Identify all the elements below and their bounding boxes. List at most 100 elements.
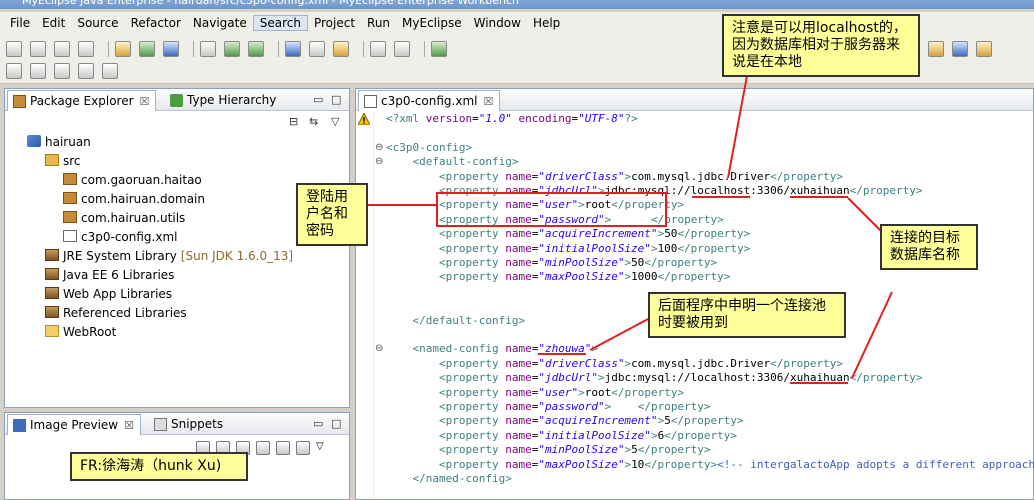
tree-item-com-hairuan-utils[interactable]: com.hairuan.utils	[63, 209, 185, 227]
tools-icon[interactable]	[976, 41, 992, 57]
code-line[interactable]: <?xml version="1.0" encoding="UTF-8"?>	[386, 112, 638, 126]
menu-myeclipse[interactable]: MyEclipse	[396, 16, 468, 30]
print-icon[interactable]	[78, 41, 94, 57]
deploy-icon[interactable]	[139, 41, 155, 57]
new-icon[interactable]	[6, 41, 22, 57]
code-token: <property	[438, 169, 506, 183]
tree-item-referenced-libraries[interactable]: Referenced Libraries	[45, 304, 187, 322]
fold-icon[interactable]: ⊖	[375, 142, 383, 153]
code-line[interactable]: <property name="minPoolSize">50</propert…	[386, 256, 717, 270]
editor-header: c3p0-config.xml ☒	[356, 89, 1033, 111]
code-token: </property>	[770, 169, 843, 183]
tab-c3p0-config[interactable]: c3p0-config.xml ☒	[358, 90, 501, 111]
localhost-note: 注意是可以用localhost的，因为数据库相对于服务器来说是在本地	[722, 14, 920, 77]
maximize-icon[interactable]: □	[331, 417, 341, 430]
tab-package-explorer[interactable]: Package Explorer ☒	[7, 90, 157, 111]
tree-item-c3p0-config-xml[interactable]: c3p0-config.xml	[63, 228, 177, 246]
code-line[interactable]: <property name="maxPoolSize">1000</prope…	[386, 270, 730, 284]
fold-icon[interactable]: ⊖	[375, 156, 383, 167]
external-tools-icon[interactable]	[333, 41, 349, 57]
tree-item-web-app-libraries[interactable]: Web App Libraries	[45, 285, 172, 303]
fit-window-icon[interactable]	[296, 441, 310, 455]
menu-file[interactable]: File	[4, 16, 36, 30]
perspective-icon[interactable]	[928, 41, 944, 57]
code-line[interactable]: <property name="user">root</property>	[386, 386, 684, 400]
server-icon[interactable]	[163, 41, 179, 57]
minimize-icon[interactable]: ▭	[313, 93, 323, 106]
code-line[interactable]: <property name="driverClass">com.mysql.j…	[386, 170, 843, 184]
run-icon[interactable]	[248, 41, 264, 57]
tree-item-com-hairuan-domain[interactable]: com.hairuan.domain	[63, 190, 205, 208]
menu-search[interactable]: Search	[252, 15, 308, 31]
close-icon[interactable]: ☒	[124, 419, 134, 432]
tree-item-jre-system-library[interactable]: JRE System Library [Sun JDK 1.6.0_13]	[45, 247, 293, 265]
menu-run[interactable]: Run	[361, 16, 396, 30]
debug-icon[interactable]	[224, 41, 240, 57]
menu-source[interactable]: Source	[71, 16, 124, 30]
rocket-icon[interactable]	[952, 41, 968, 57]
code-line[interactable]: <property name="maxPoolSize">10</propert…	[386, 458, 1034, 472]
view-menu-icon[interactable]: ▽	[316, 441, 330, 455]
tree-item-com-gaoruan-haitao[interactable]: com.gaoruan.haitao	[63, 171, 202, 189]
code-token: </property>	[677, 227, 751, 241]
code-line[interactable]: <c3p0-config>	[386, 141, 472, 155]
tree-item-webroot[interactable]: WebRoot	[45, 323, 116, 341]
menu-edit[interactable]: Edit	[36, 16, 71, 30]
menu-window[interactable]: Window	[468, 16, 527, 30]
code-line[interactable]: <property name="acquireIncrement">5</pro…	[386, 414, 744, 428]
image-icon[interactable]	[370, 41, 386, 57]
maximize-icon[interactable]: □	[331, 93, 341, 106]
fold-icon[interactable]: ⊖	[375, 343, 383, 354]
code-token: <property	[438, 256, 506, 269]
code-line[interactable]: <property name="driverClass">com.mysql.j…	[386, 357, 843, 371]
browser-icon[interactable]	[285, 41, 301, 57]
actual-size-icon[interactable]	[276, 441, 290, 455]
tree-item-java-ee-6-libraries[interactable]: Java EE 6 Libraries	[45, 266, 174, 284]
next-annotation-icon[interactable]	[6, 63, 22, 79]
code-line[interactable]: <property name="acquireIncrement">50</pr…	[386, 227, 750, 241]
link-editor-icon[interactable]: ⇆	[309, 115, 318, 128]
web-project-icon[interactable]	[115, 41, 131, 57]
view-menu-icon[interactable]: ▽	[331, 115, 339, 128]
tree-item-src[interactable]: src	[45, 152, 81, 170]
menu-help[interactable]: Help	[527, 16, 566, 30]
menu-refactor[interactable]: Refactor	[125, 16, 187, 30]
code-token: </property>	[644, 457, 718, 471]
tab-type-hierarchy[interactable]: Type Hierarchy	[165, 90, 282, 111]
bug-icon[interactable]	[431, 41, 447, 57]
code-line[interactable]: <default-config>	[386, 155, 519, 169]
tab-snippets[interactable]: Snippets	[149, 414, 229, 435]
code-line[interactable]: <property name="initialPoolSize">6</prop…	[386, 429, 737, 443]
library-icon	[45, 249, 59, 261]
collapse-all-icon[interactable]: ⊟	[289, 115, 298, 128]
tree-item-hairuan[interactable]: hairuan	[27, 133, 91, 151]
zoom-in-icon[interactable]	[256, 441, 270, 455]
code-token: <?xml	[386, 112, 426, 125]
code-line[interactable]: <property name="password"> </property>	[386, 400, 711, 414]
search-icon[interactable]	[309, 41, 325, 57]
package-icon	[63, 173, 77, 185]
previous-annotation-icon[interactable]	[30, 63, 46, 79]
code-line[interactable]: <property name="initialPoolSize">100</pr…	[386, 242, 750, 256]
code-line[interactable]: <property name="minPoolSize">5</property…	[386, 443, 711, 457]
tab-image-preview[interactable]: Image Preview ☒	[7, 414, 141, 435]
tree-item-label: Java EE 6 Libraries	[63, 268, 175, 282]
save-icon[interactable]	[30, 41, 46, 57]
close-icon[interactable]: ☒	[483, 95, 493, 108]
code-line[interactable]: </default-config>	[386, 314, 526, 328]
close-icon[interactable]: ☒	[140, 95, 150, 108]
menu-project[interactable]: Project	[308, 16, 361, 30]
menu-navigate[interactable]: Navigate	[187, 16, 253, 30]
forward-icon[interactable]	[102, 63, 118, 79]
minimize-icon[interactable]: ▭	[313, 417, 323, 430]
screen-icon[interactable]	[394, 41, 410, 57]
back-icon[interactable]	[78, 63, 94, 79]
code-token: com.mysql.jdbc.Driver	[631, 356, 771, 370]
open-type-icon[interactable]	[200, 41, 216, 57]
save-all-icon[interactable]	[54, 41, 70, 57]
last-edit-icon[interactable]	[54, 63, 70, 79]
code-line[interactable]: </named-config>	[386, 472, 512, 486]
